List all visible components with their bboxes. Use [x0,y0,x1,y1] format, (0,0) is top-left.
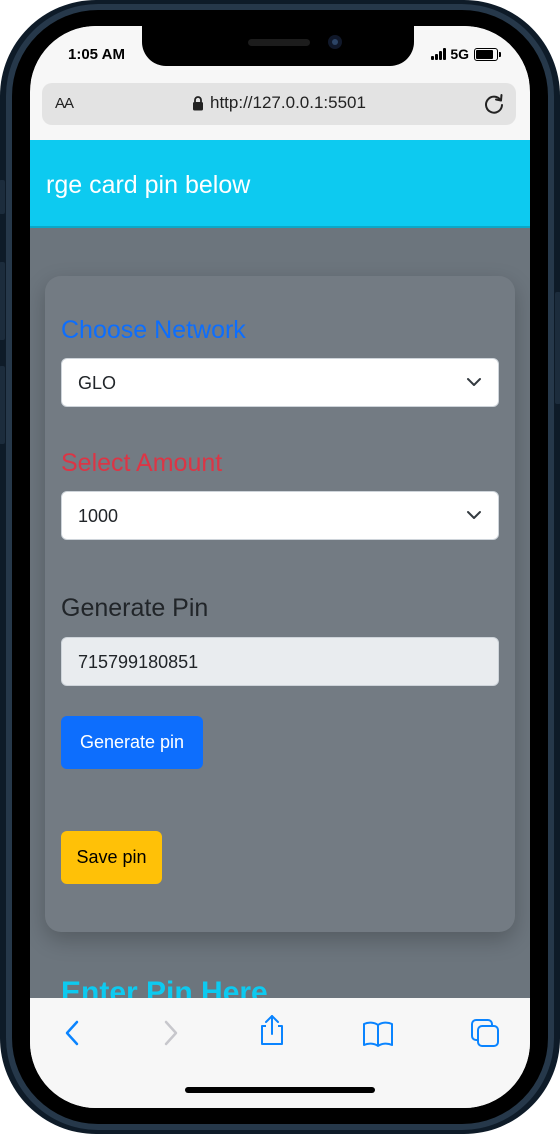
reload-icon[interactable] [482,92,506,116]
action-button [0,180,5,214]
text-size-button[interactable]: AA [55,95,74,112]
generate-pin-label: Generate Pin [61,594,209,622]
url-display[interactable]: http://127.0.0.1:5501 [192,93,366,113]
amount-label: Select Amount [61,449,223,477]
network-label: Choose Network [61,316,246,344]
network-type: 5G [450,46,469,62]
tabs-icon[interactable] [468,1016,502,1050]
home-indicator [185,1087,375,1093]
volume-up-button [0,262,5,340]
address-bar[interactable]: AA http://127.0.0.1:5501 [42,83,516,125]
bookmarks-icon[interactable] [361,1016,395,1050]
network-select[interactable]: GLO [61,358,499,407]
chevron-down-icon [467,378,481,386]
cellular-signal-icon [431,48,447,60]
battery-icon [474,47,501,61]
status-time: 1:05 AM [68,46,125,63]
power-button [555,292,560,404]
amount-select-value: 1000 [78,506,119,526]
safari-toolbar [30,998,530,1108]
share-icon[interactable] [255,1013,289,1047]
lock-icon [193,95,203,110]
speaker-grille [248,39,310,46]
front-camera [328,35,342,49]
phone-screen: 1:05 AM 5G AA http://127.0.0.1:5501 rge … [30,26,530,1108]
url-text: http://127.0.0.1:5501 [210,93,366,112]
enter-pin-heading: Enter Pin Here [61,976,268,998]
phone-frame: 1:05 AM 5G AA http://127.0.0.1:5501 rge … [0,0,560,1134]
generate-pin-button[interactable]: Generate pin [61,716,203,769]
header-scrolling-text: rge card pin below [46,171,251,199]
web-page: rge card pin below Choose Network GLO Se… [30,140,530,998]
save-pin-button[interactable]: Save pin [61,831,162,884]
generated-pin-value: 715799180851 [78,652,199,672]
pin-generator-card: Choose Network GLO Select Amount 1000 Ge… [45,276,515,932]
status-bar: 1:05 AM 5G [30,26,530,82]
page-header: rge card pin below [30,140,530,228]
back-chevron-icon[interactable] [56,1016,90,1050]
generated-pin-field[interactable]: 715799180851 [61,637,499,686]
volume-down-button [0,366,5,444]
forward-chevron-icon[interactable] [153,1016,187,1050]
network-select-value: GLO [78,373,117,393]
notch [142,26,414,66]
status-indicators: 5G [431,46,501,62]
chevron-down-icon [467,511,481,519]
amount-select[interactable]: 1000 [61,491,499,540]
